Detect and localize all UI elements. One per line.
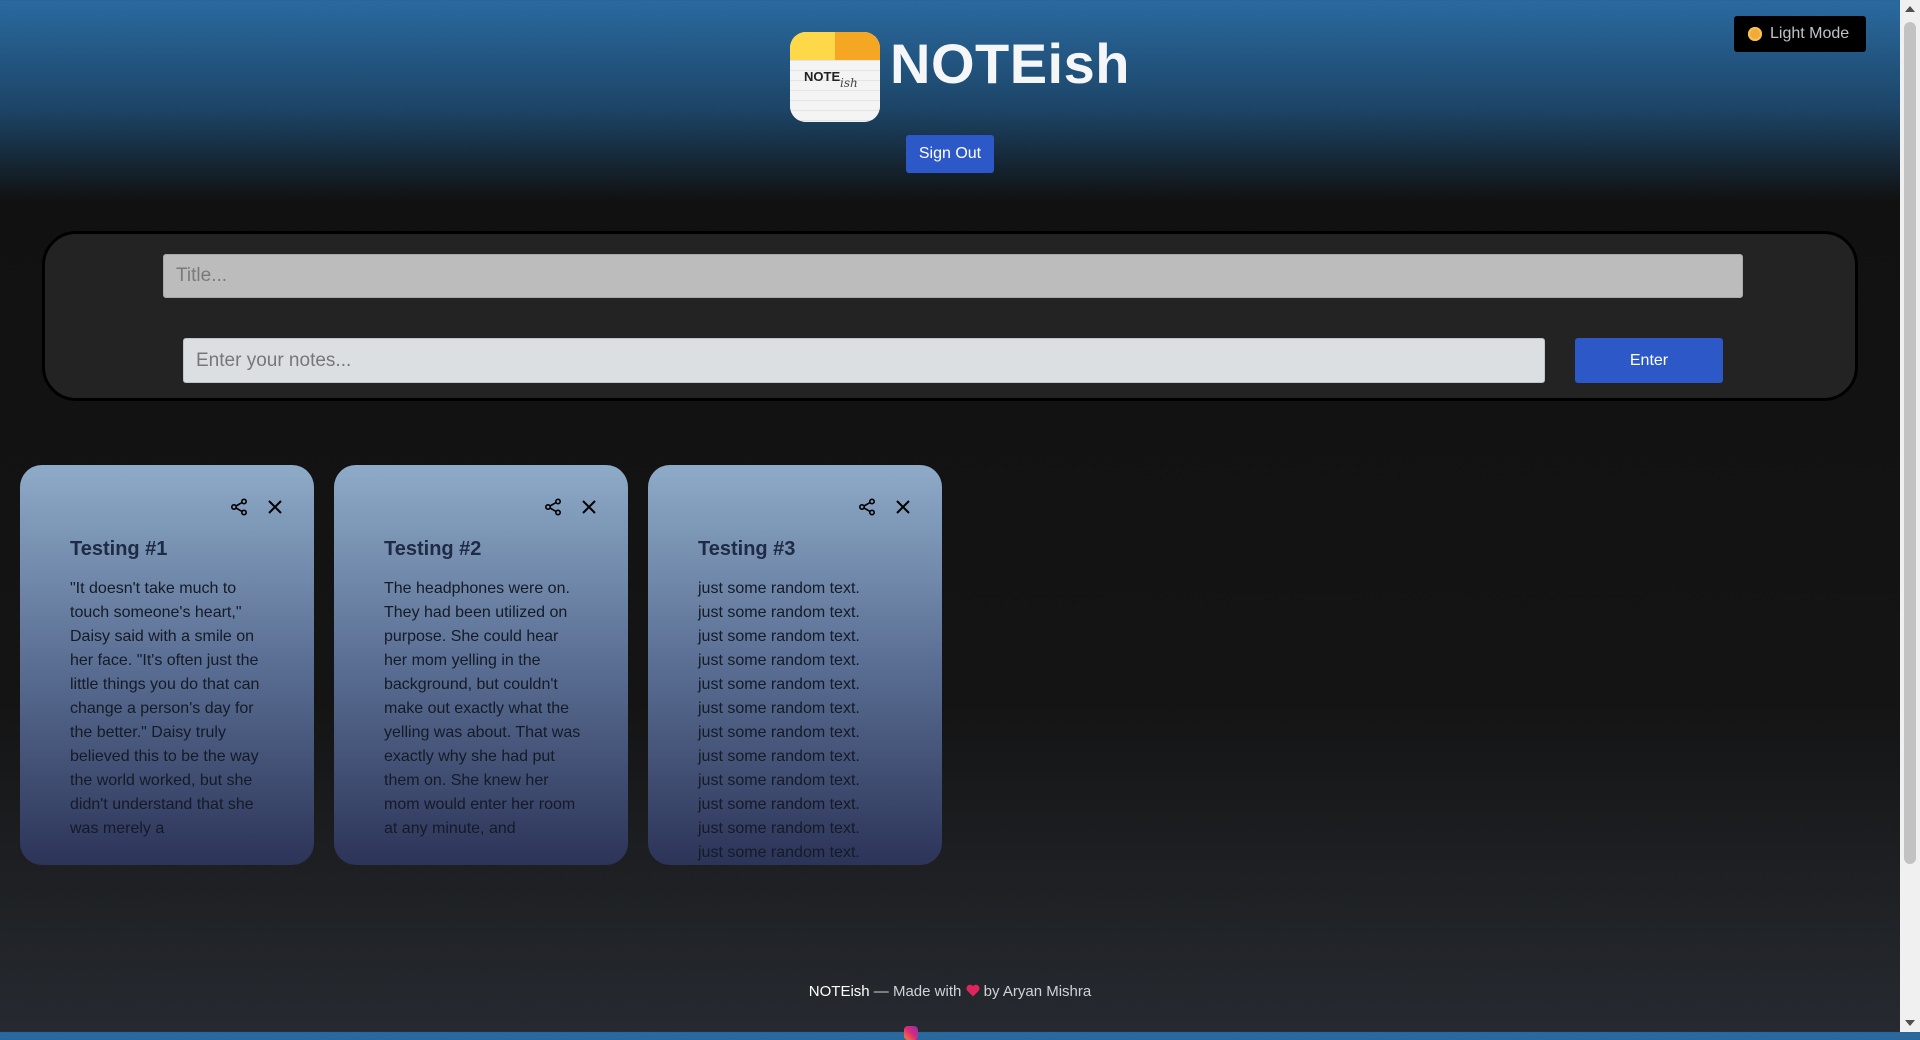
notes-list: Testing #1 "It doesn't take much to touc…	[20, 465, 942, 865]
sign-out-button[interactable]: Sign Out	[906, 135, 994, 173]
note-body: "It doesn't take much to touch someone's…	[70, 580, 264, 837]
share-icon[interactable]	[544, 498, 562, 516]
scroll-up-icon[interactable]	[1905, 6, 1915, 12]
notes-input[interactable]	[183, 338, 1545, 383]
note-card: Testing #3 just some random text. just s…	[648, 465, 942, 865]
note-card: Testing #2 The headphones were on. They …	[334, 465, 628, 865]
footer: NOTEish — Made with by Aryan Mishra	[0, 983, 1900, 1000]
note-body: The headphones were on. They had been ut…	[384, 580, 585, 837]
app-title: NOTEish	[890, 32, 1130, 95]
note-title: Testing #1	[70, 538, 168, 560]
light-mode-toggle[interactable]: Light Mode	[1734, 16, 1866, 52]
share-icon[interactable]	[858, 498, 876, 516]
heart-icon	[965, 984, 980, 997]
scroll-down-icon[interactable]	[1905, 1020, 1915, 1026]
close-icon[interactable]	[266, 498, 284, 516]
logo-text: NOTE	[804, 69, 841, 84]
app-logo: NOTE ish	[790, 32, 880, 122]
footer-author: by Aryan Mishra	[979, 983, 1092, 1000]
scrollbar-thumb[interactable]	[1904, 22, 1916, 864]
enter-button[interactable]: Enter	[1575, 338, 1723, 383]
note-title: Testing #3	[698, 538, 796, 560]
note-card: Testing #1 "It doesn't take much to touc…	[20, 465, 314, 865]
note-form: Enter	[42, 231, 1858, 401]
note-title: Testing #2	[384, 538, 482, 560]
page: NOTE ish NOTEish Sign Out Light Mode Ent…	[0, 0, 1900, 1040]
footer-made-with: — Made with	[869, 983, 966, 1000]
note-body: just some random text. just some random …	[698, 580, 860, 861]
share-icon[interactable]	[230, 498, 248, 516]
close-icon[interactable]	[580, 498, 598, 516]
footer-brand: NOTEish	[808, 983, 870, 1000]
light-mode-label: Light Mode	[1770, 25, 1850, 42]
instagram-icon[interactable]	[904, 1026, 918, 1040]
close-icon[interactable]	[894, 498, 912, 516]
header: NOTE ish NOTEish	[0, 30, 1900, 130]
scrollbar[interactable]	[1900, 0, 1920, 1032]
title-input[interactable]	[163, 254, 1743, 298]
sun-icon	[1748, 27, 1762, 41]
logo-script: ish	[840, 76, 858, 90]
